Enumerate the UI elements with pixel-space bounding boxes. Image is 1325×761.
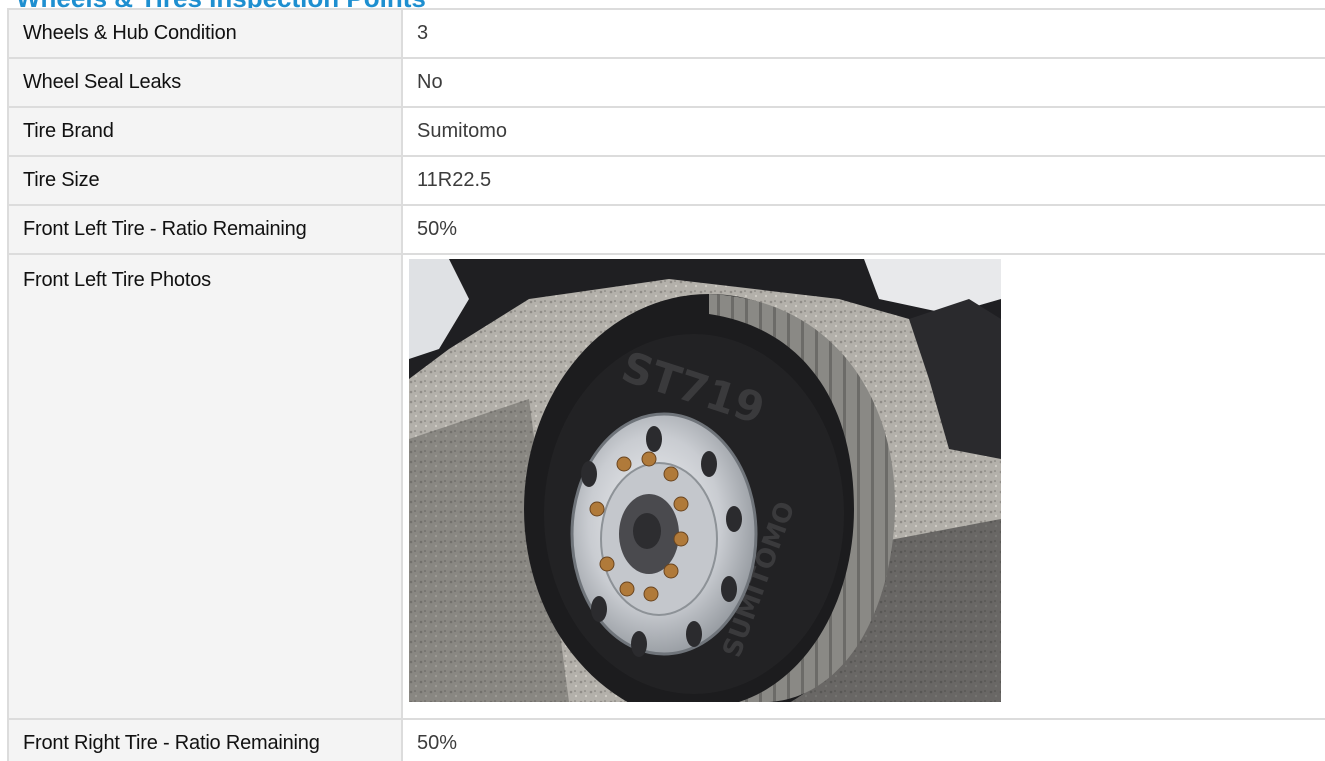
inspection-page: Wheels & Tires Inspection Points Wheels …	[0, 0, 1325, 761]
photo-cell: ST719 SUMITOMO	[401, 253, 1325, 720]
row-value: No	[401, 57, 1325, 108]
table-row: Front Right Tire - Ratio Remaining 50%	[7, 718, 1325, 761]
row-value: 11R22.5	[401, 155, 1325, 206]
row-label: Wheel Seal Leaks	[7, 57, 403, 108]
row-label: Tire Brand	[7, 106, 403, 157]
tire-photo[interactable]: ST719 SUMITOMO	[409, 259, 1001, 702]
row-label: Front Left Tire - Ratio Remaining	[7, 204, 403, 255]
row-value: 50%	[401, 204, 1325, 255]
row-label: Tire Size	[7, 155, 403, 206]
inspection-table: Wheels & Hub Condition 3 Wheel Seal Leak…	[7, 8, 1325, 761]
table-row: Tire Brand Sumitomo	[7, 106, 1325, 157]
row-value: 50%	[401, 718, 1325, 761]
row-value: Sumitomo	[401, 106, 1325, 157]
table-row: Wheels & Hub Condition 3	[7, 8, 1325, 59]
row-label: Front Left Tire Photos	[7, 253, 403, 720]
table-row: Wheel Seal Leaks No	[7, 57, 1325, 108]
table-row: Tire Size 11R22.5	[7, 155, 1325, 206]
table-row: Front Left Tire - Ratio Remaining 50%	[7, 204, 1325, 255]
row-label: Wheels & Hub Condition	[7, 8, 403, 59]
table-row-photo: Front Left Tire Photos ST719 SUMITOMO	[7, 253, 1325, 720]
row-value: 3	[401, 8, 1325, 59]
row-label: Front Right Tire - Ratio Remaining	[7, 718, 403, 761]
